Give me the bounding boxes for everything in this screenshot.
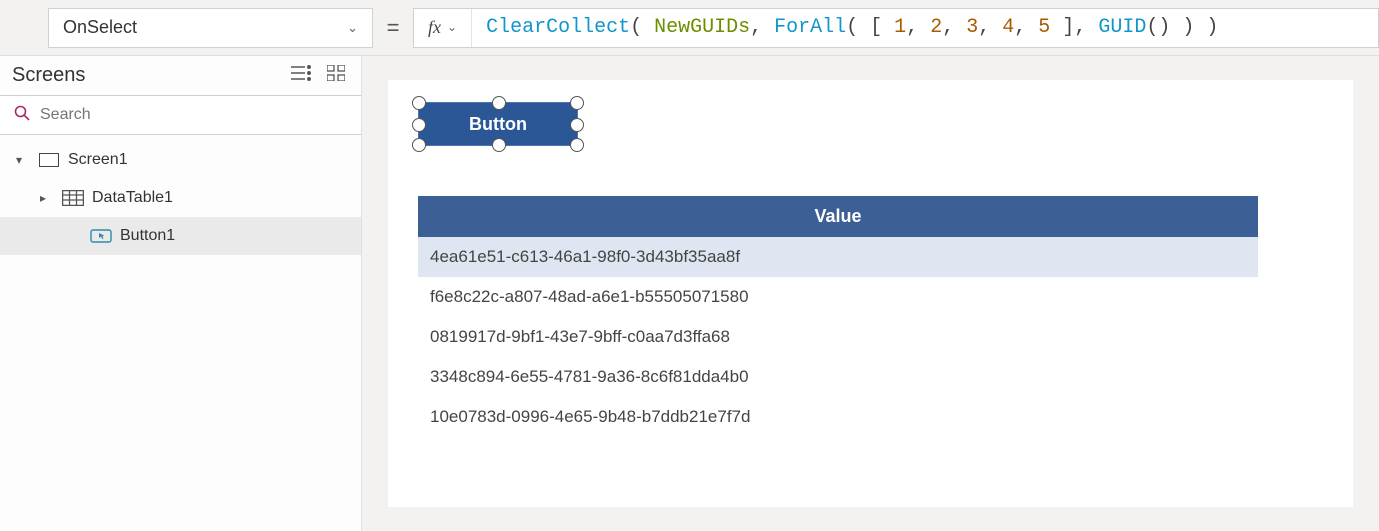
data-table-header[interactable]: Value [418, 196, 1258, 237]
fx-label: fx [428, 17, 441, 38]
table-row[interactable]: 4ea61e51-c613-46a1-98f0-3d43bf35aa8f [418, 237, 1258, 277]
formula-bar[interactable]: fx ⌄ ClearCollect( NewGUIDs, ForAll( [ 1… [413, 8, 1379, 48]
screen-stage[interactable]: Button Value 4ea61e51-c613-46a1-98f0-3d4… [388, 80, 1353, 507]
screen-tree: ▾ Screen1 ▸ DataTable1 Button1 [0, 135, 361, 261]
list-view-icon[interactable] [291, 64, 311, 87]
button-control-text: Button [469, 114, 527, 135]
chevron-down-icon: ⌄ [347, 20, 358, 36]
tree-view-header: Screens [0, 56, 361, 95]
resize-handle-top-left[interactable] [412, 96, 426, 110]
search-input[interactable] [40, 106, 347, 124]
table-row[interactable]: 0819917d-9bf1-43e7-9bff-c0aa7d3ffa68 [418, 317, 1258, 357]
resize-handle-middle-right[interactable] [570, 118, 584, 132]
table-row[interactable]: 3348c894-6e55-4781-9a36-8c6f81dda4b0 [418, 357, 1258, 397]
screen-icon [38, 151, 60, 169]
equals-label: = [373, 15, 413, 41]
resize-handle-middle-left[interactable] [412, 118, 426, 132]
selected-control-wrapper: Button [418, 102, 578, 146]
tree-item[interactable]: ▾ Screen1 [0, 141, 361, 179]
search-box[interactable] [0, 95, 361, 135]
tree-item[interactable]: Button1 [0, 217, 361, 255]
chevron-down-icon: ⌄ [447, 20, 457, 35]
data-table[interactable]: Value 4ea61e51-c613-46a1-98f0-3d43bf35aa… [418, 196, 1258, 437]
datatable-icon [62, 189, 84, 207]
resize-handle-bottom-left[interactable] [412, 138, 426, 152]
property-dropdown-value: OnSelect [63, 17, 137, 38]
tree-view-panel: Screens ▾ Screen1 ▸ DataTable1 Button1 [0, 56, 362, 531]
caret-icon[interactable]: ▾ [16, 153, 30, 167]
button-icon [90, 227, 112, 245]
resize-handle-bottom-center[interactable] [492, 138, 506, 152]
main-area: Screens ▾Screen1▸DataTable1Button1 Bu [0, 56, 1379, 531]
resize-handle-top-center[interactable] [492, 96, 506, 110]
button-control[interactable]: Button [418, 102, 578, 146]
thumbnail-view-icon[interactable] [327, 64, 345, 87]
formula-bar-row: OnSelect ⌄ = fx ⌄ ClearCollect( NewGUIDs… [0, 0, 1379, 56]
formula-text[interactable]: ClearCollect( NewGUIDs, ForAll( [ 1, 2, … [472, 16, 1378, 39]
canvas-area: Button Value 4ea61e51-c613-46a1-98f0-3d4… [362, 56, 1379, 531]
tree-item-label: DataTable1 [92, 189, 173, 207]
table-row[interactable]: f6e8c22c-a807-48ad-a6e1-b55505071580 [418, 277, 1258, 317]
resize-handle-bottom-right[interactable] [570, 138, 584, 152]
caret-icon[interactable]: ▸ [40, 191, 54, 205]
tree-view-title: Screens [12, 64, 85, 87]
search-icon [14, 105, 30, 126]
tree-view-header-icons [291, 64, 345, 87]
resize-handle-top-right[interactable] [570, 96, 584, 110]
data-table-body: 4ea61e51-c613-46a1-98f0-3d43bf35aa8ff6e8… [418, 237, 1258, 437]
property-dropdown[interactable]: OnSelect ⌄ [48, 8, 373, 48]
tree-item[interactable]: ▸ DataTable1 [0, 179, 361, 217]
tree-item-label: Button1 [120, 227, 175, 245]
fx-button[interactable]: fx ⌄ [414, 9, 472, 47]
tree-item-label: Screen1 [68, 151, 128, 169]
table-row[interactable]: 10e0783d-0996-4e65-9b48-b7ddb21e7f7d [418, 397, 1258, 437]
